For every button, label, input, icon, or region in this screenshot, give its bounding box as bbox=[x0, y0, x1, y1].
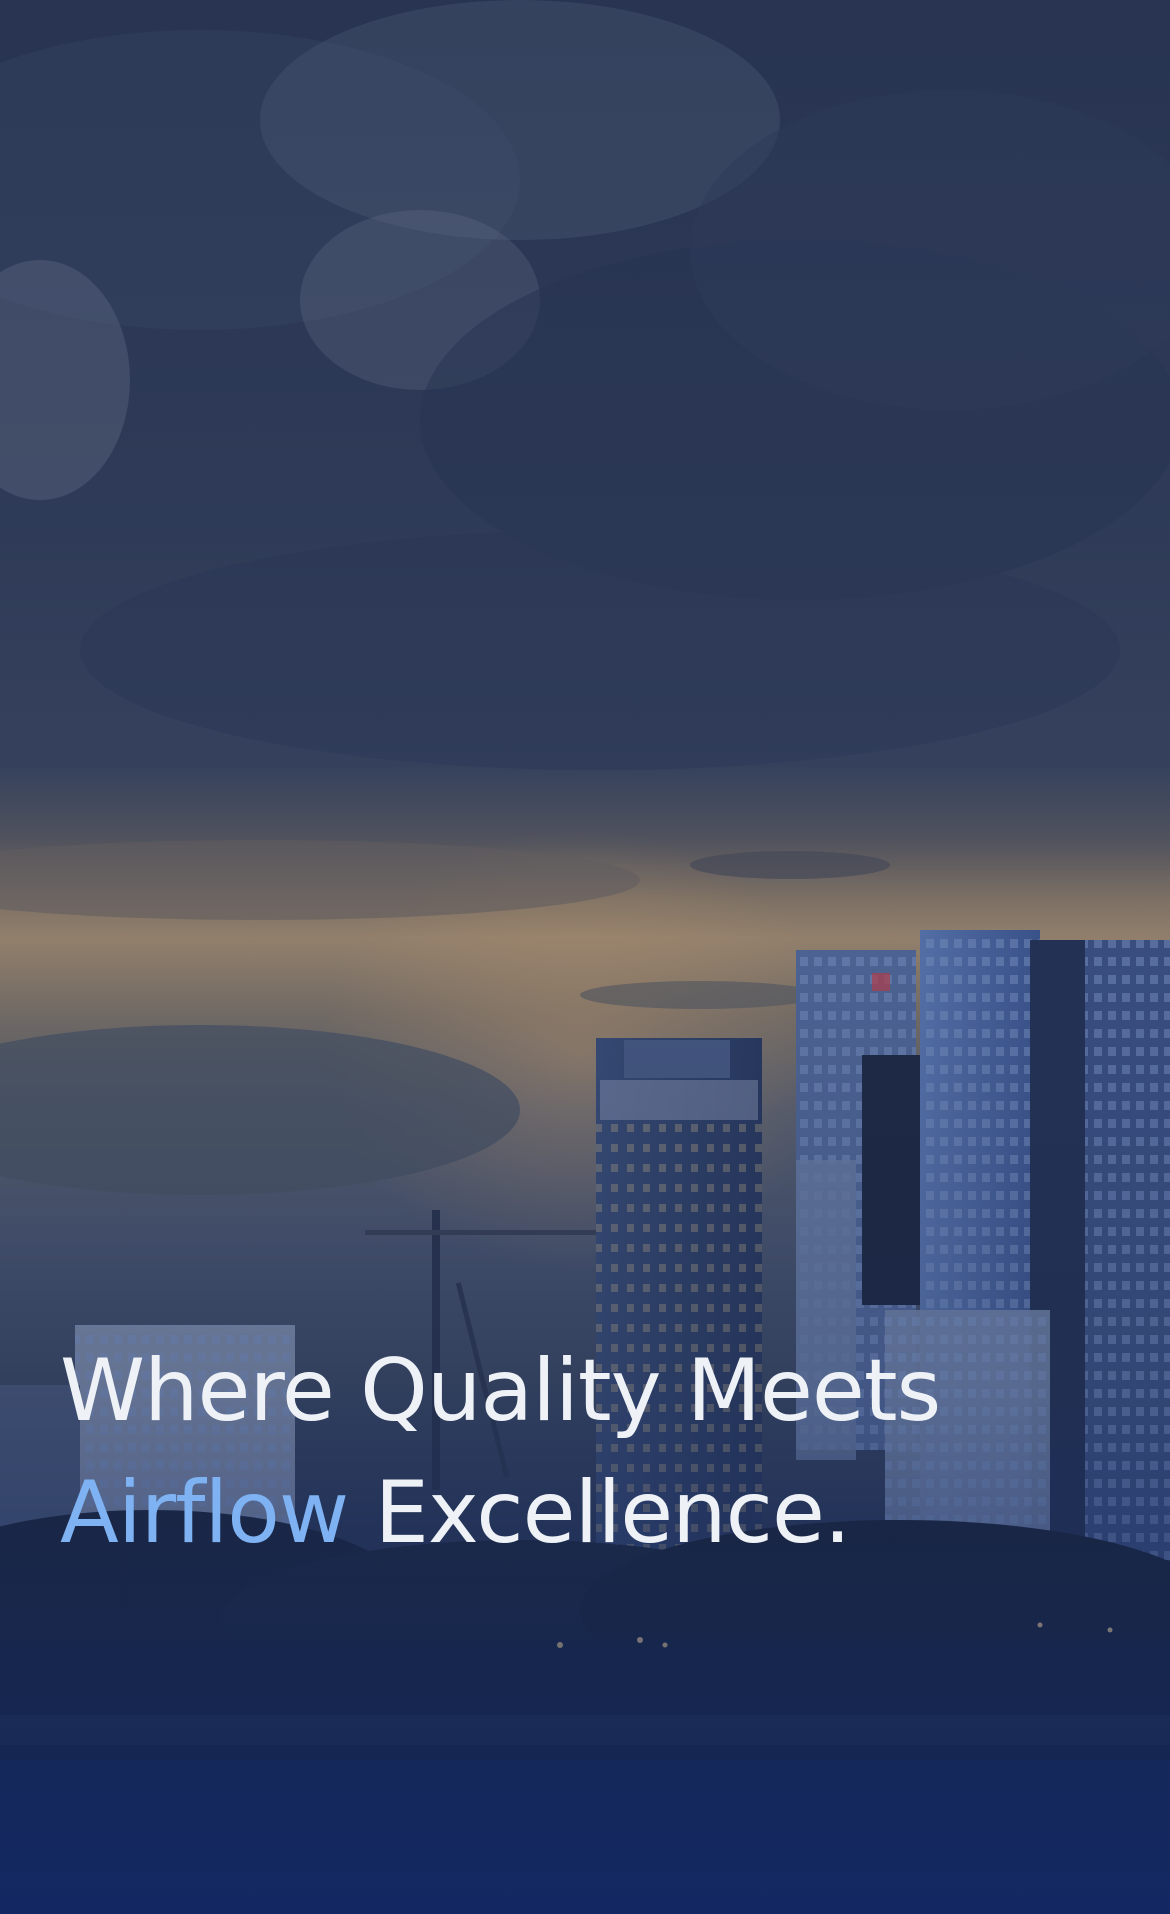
hero-headline: Where Quality Meets Airflow Excellence. bbox=[60, 1330, 941, 1574]
dark-blue-overlay bbox=[0, 0, 1170, 1914]
headline-accent-word: Airflow bbox=[60, 1463, 349, 1563]
headline-line-1: Where Quality Meets bbox=[60, 1341, 941, 1441]
hero-section: Where Quality Meets Airflow Excellence. bbox=[0, 0, 1170, 1914]
headline-line-2-rest: Excellence. bbox=[374, 1463, 852, 1563]
